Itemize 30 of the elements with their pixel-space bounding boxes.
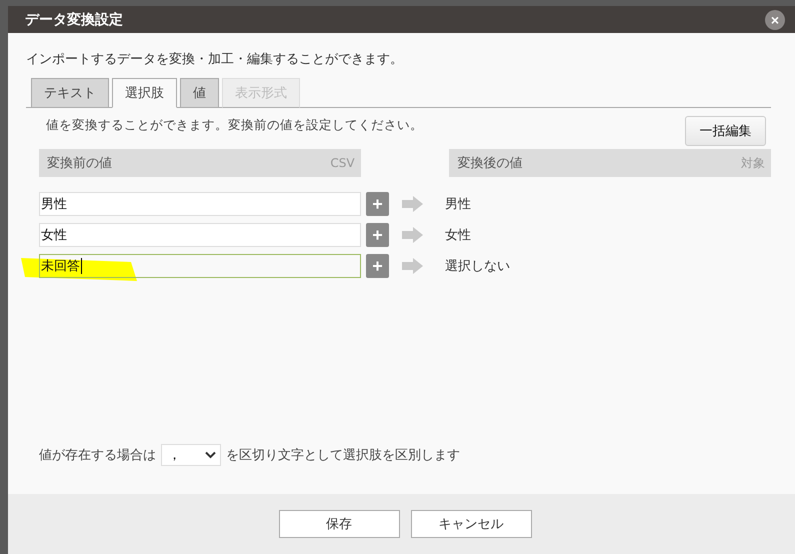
bulk-edit-button[interactable]: 一括編集 bbox=[685, 116, 766, 146]
separator-prefix: 値が存在する場合は bbox=[39, 447, 156, 464]
input-field[interactable]: 男性 bbox=[39, 192, 361, 216]
description-text: 値を変換することができます。変換前の値を設定してください。 bbox=[45, 117, 423, 134]
tab[interactable]: テキスト bbox=[31, 78, 109, 108]
window-title: データ変換設定 bbox=[25, 10, 123, 28]
input-field[interactable]: 未回答 bbox=[39, 254, 361, 278]
intro-text: インポートするデータを変換・加工・編集することができます。 bbox=[26, 51, 404, 68]
result-text: 男性 bbox=[445, 196, 471, 213]
arrow-right-icon bbox=[402, 227, 423, 243]
tab[interactable]: 選択肢 bbox=[112, 78, 177, 108]
header-tag: 対象 bbox=[741, 154, 765, 172]
arrow-right-icon bbox=[402, 196, 423, 212]
add-button[interactable]: + bbox=[366, 192, 389, 216]
header-label: 変換前の値 bbox=[47, 155, 112, 172]
close-button[interactable]: × bbox=[765, 10, 785, 30]
footer-button[interactable]: 保存 bbox=[278, 510, 400, 538]
header-label: 変換後の値 bbox=[457, 155, 522, 172]
chevron-down-icon bbox=[205, 451, 216, 459]
add-button[interactable]: + bbox=[366, 254, 389, 278]
input-field[interactable]: 女性 bbox=[39, 223, 361, 247]
footer-button[interactable]: キャンセル bbox=[410, 510, 532, 538]
header-tag: CSV bbox=[330, 156, 355, 170]
result-text: 女性 bbox=[445, 227, 471, 244]
tab[interactable]: 値 bbox=[180, 78, 219, 108]
separator-select[interactable]: ， bbox=[161, 444, 221, 466]
arrow-right-icon bbox=[402, 258, 423, 274]
add-button[interactable]: + bbox=[366, 223, 389, 247]
result-text: 選択しない bbox=[445, 258, 510, 275]
separator-suffix: を区切り文字として選択肢を区別します bbox=[226, 447, 460, 464]
